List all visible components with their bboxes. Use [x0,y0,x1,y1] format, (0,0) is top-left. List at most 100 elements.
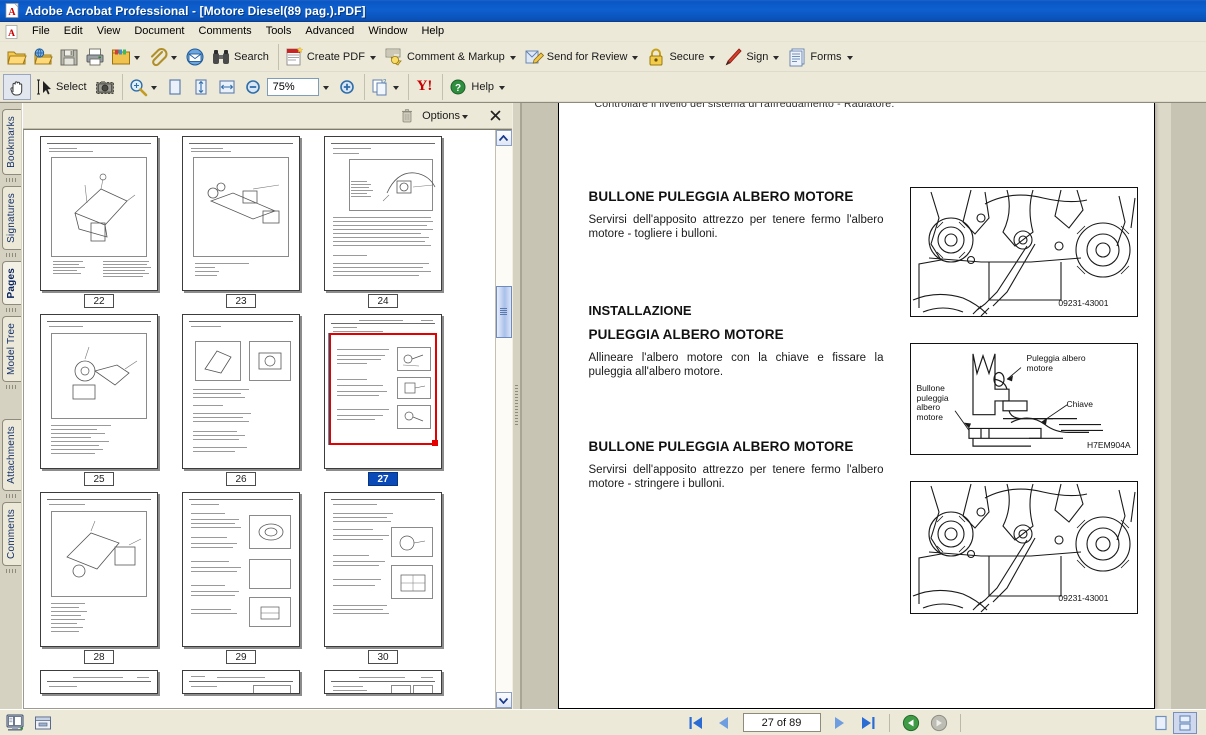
snapshot-tool-button[interactable] [92,75,118,99]
hand-tool-button[interactable] [4,75,30,99]
page-layout-button[interactable]: 2 [367,75,404,99]
first-page-button[interactable] [683,713,709,733]
thumbnail-page-number[interactable]: 30 [368,650,398,664]
create-pdf-label[interactable]: Create PDF [305,51,368,63]
previous-page-button[interactable] [711,713,737,733]
search-button[interactable]: Search [208,45,274,69]
secure-button[interactable]: Secure [643,45,720,69]
sidebar-item-bookmarks[interactable]: Bookmarks [2,109,21,175]
delete-pages-button[interactable] [396,106,418,126]
thumbnail-item[interactable]: 27 [322,314,444,486]
thumbnail-item[interactable]: 25 [38,314,160,486]
page-layout-caret-icon[interactable] [393,86,399,90]
menu-tools[interactable]: Tools [259,23,299,41]
thumbnail-page-image[interactable] [182,670,300,694]
thumbnail-page-number[interactable]: 24 [368,294,398,308]
pages-panel-scrollbar[interactable] [495,130,511,708]
menu-comments[interactable]: Comments [192,23,259,41]
zoom-caret-icon[interactable] [151,86,157,90]
next-page-button[interactable] [827,713,853,733]
forms-label[interactable]: Forms [808,51,844,63]
document-viewer[interactable]: Controllare il livello del sistema di ra… [521,103,1206,709]
thumbnail-page-image[interactable] [324,670,442,694]
scroll-track[interactable] [496,146,512,692]
help-label[interactable]: Help [469,81,497,93]
thumbnail-page-image[interactable] [182,492,300,647]
menu-window[interactable]: Window [361,23,414,41]
thumbnail-page-image[interactable] [40,492,158,647]
select-tool-button[interactable]: Select [30,75,92,99]
save-button[interactable] [56,45,82,69]
continuous-view-button[interactable] [1174,713,1196,733]
thumbnail-page-number-selected[interactable]: 27 [368,472,398,486]
secure-label[interactable]: Secure [667,51,707,63]
toggle-toolbar-button[interactable] [32,713,54,733]
thumbnail-page-number[interactable]: 26 [226,472,256,486]
menu-help[interactable]: Help [414,23,451,41]
comment-markup-caret-icon[interactable] [510,56,516,60]
single-page-view-button[interactable] [1150,713,1172,733]
create-pdf-caret-icon[interactable] [370,56,376,60]
zoom-level-input[interactable]: 75% [267,78,319,96]
previous-view-button[interactable] [898,713,924,733]
thumbnail-page-number[interactable]: 28 [84,650,114,664]
zoom-dropdown-caret-icon[interactable] [323,86,329,90]
pages-options-button[interactable]: Options [418,106,475,126]
scroll-down-button[interactable] [496,692,512,708]
secure-caret-icon[interactable] [709,56,715,60]
options-caret-icon[interactable] [462,115,468,119]
comment-markup-button[interactable]: Comment & Markup [381,45,521,69]
search-button-label[interactable]: Search [232,51,272,63]
thumbnail-page-image[interactable] [40,136,158,291]
attach-file-button[interactable] [145,45,182,69]
zoom-level-dropdown[interactable] [320,78,334,96]
scroll-up-button[interactable] [496,130,512,146]
help-button[interactable]: ? Help [445,75,510,99]
print-button[interactable] [82,45,108,69]
thumbnail-page-image-current[interactable] [324,314,442,469]
send-for-review-button[interactable]: Send for Review [521,45,644,69]
thumbnail-page-image[interactable] [324,492,442,647]
thumbnail-item[interactable]: 26 [180,314,302,486]
sidebar-item-signatures[interactable]: Signatures [2,186,21,250]
thumbnail-item[interactable]: 29 [180,492,302,664]
open-file-button[interactable] [4,45,30,69]
sidebar-item-model-tree[interactable]: Model Tree [2,316,21,382]
menu-document[interactable]: Document [127,23,191,41]
menu-view[interactable]: View [90,23,128,41]
zoom-tool-button[interactable] [125,75,162,99]
sign-caret-icon[interactable] [773,56,779,60]
thumbnail-page-image[interactable] [182,314,300,469]
thumbnail-page-number[interactable]: 23 [226,294,256,308]
comment-markup-label[interactable]: Comment & Markup [405,51,508,63]
forms-button[interactable]: Forms [784,45,857,69]
open-web-pdf-button[interactable] [30,45,56,69]
email-button[interactable] [182,45,208,69]
zoom-out-button[interactable] [240,75,266,99]
select-tool-label[interactable]: Select [54,81,90,93]
thumbnail-item[interactable]: 22 [38,136,160,308]
thumbnail-list[interactable]: 22 [24,130,495,708]
thumbnail-item[interactable] [322,670,444,694]
send-for-review-label[interactable]: Send for Review [545,51,631,63]
thumbnail-item[interactable] [180,670,302,694]
zoom-in-button[interactable] [334,75,360,99]
sidebar-item-attachments[interactable]: Attachments [2,419,21,491]
thumbnail-page-image[interactable] [182,136,300,291]
sidebar-item-comments[interactable]: Comments [2,502,21,566]
thumbnail-page-image[interactable] [40,314,158,469]
sign-label[interactable]: Sign [744,51,771,63]
thumbnail-page-number[interactable]: 25 [84,472,114,486]
panel-splitter[interactable] [512,103,521,709]
forms-caret-icon[interactable] [847,56,853,60]
show-navigation-pane-button[interactable] [4,713,26,733]
yahoo-logo-label[interactable]: Y! [413,78,437,95]
thumbnail-item[interactable]: 23 [180,136,302,308]
yahoo-search-button[interactable]: Y! [411,75,439,99]
thumbnail-item[interactable]: 30 [322,492,444,664]
menu-file[interactable]: File [25,23,57,41]
create-pdf-button[interactable]: Create PDF [281,45,381,69]
pages-panel-close-button[interactable] [485,106,506,126]
send-review-caret-icon[interactable] [632,56,638,60]
sign-button[interactable]: Sign [720,45,784,69]
